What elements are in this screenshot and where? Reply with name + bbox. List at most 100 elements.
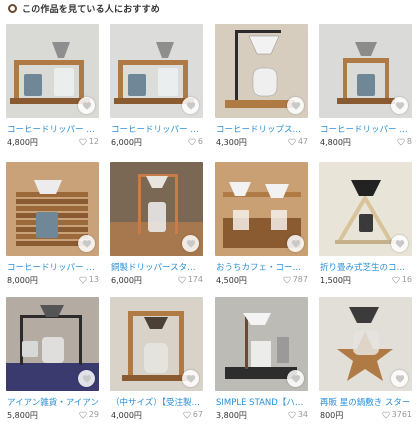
product-name[interactable]: コーヒードリッパー スタンド <box>111 123 204 135</box>
like-count-value: 6 <box>197 137 203 146</box>
heart-outline-icon <box>178 276 186 283</box>
heart-outline-icon <box>381 411 390 418</box>
product-card[interactable]: コーヒードリッパー スタンド 8,000円 13 <box>6 162 101 288</box>
like-count: 8 <box>397 137 412 146</box>
product-image[interactable] <box>319 24 412 118</box>
like-count: 16 <box>392 275 412 284</box>
heart-icon <box>186 239 195 248</box>
like-count-value: 16 <box>401 275 412 284</box>
heart-icon <box>291 101 300 110</box>
product-price: 6,000円 <box>111 276 142 285</box>
heart-outline-icon <box>288 411 296 418</box>
product-name[interactable]: （中サイズ）【受注製作】 <box>111 396 204 408</box>
like-count: 47 <box>288 137 308 146</box>
product-card[interactable]: コーヒードリッパー スタンド 6,000円 6 <box>110 24 205 150</box>
product-image[interactable] <box>6 297 99 391</box>
heart-icon <box>186 101 195 110</box>
heart-outline-icon <box>79 411 87 418</box>
product-name[interactable]: コーヒードリッパー スタンド <box>7 261 100 273</box>
product-price: 6,000円 <box>111 138 142 147</box>
like-count-value: 174 <box>187 275 203 284</box>
heart-outline-icon <box>183 411 191 418</box>
product-name[interactable]: 折り畳み式芝生のコーヒー <box>320 261 413 273</box>
heart-outline-icon <box>392 276 400 283</box>
heart-outline-icon <box>188 138 196 145</box>
product-price: 3,800円 <box>216 411 247 420</box>
favorite-button[interactable] <box>391 370 408 387</box>
like-count: 13 <box>79 275 99 284</box>
favorite-button[interactable] <box>391 235 408 252</box>
product-image[interactable] <box>319 162 412 256</box>
product-price: 8,000円 <box>7 276 38 285</box>
product-card[interactable]: 折り畳み式芝生のコーヒー 1,500円 16 <box>319 162 414 288</box>
product-name[interactable]: コーヒードリッパー スタンド <box>7 123 100 135</box>
heart-icon <box>395 374 404 383</box>
product-price: 4,500円 <box>216 276 247 285</box>
heart-icon <box>395 101 404 110</box>
product-card[interactable]: コーヒードリッパー スタンド 4,800円 8 <box>319 24 414 150</box>
product-price: 1,500円 <box>320 276 351 285</box>
product-card[interactable]: （中サイズ）【受注製作】 4,000円 67 <box>110 297 205 423</box>
product-name[interactable]: 銅製ドリッパースタンド <box>111 261 204 273</box>
heart-outline-icon <box>288 138 296 145</box>
product-image[interactable] <box>319 297 412 391</box>
heart-icon <box>186 374 195 383</box>
product-image[interactable] <box>215 162 308 256</box>
product-name[interactable]: アイアン雑貨・アイアン <box>7 396 100 408</box>
product-image[interactable] <box>110 24 203 118</box>
product-price: 4,800円 <box>7 138 38 147</box>
product-card[interactable]: コーヒードリッパー スタンド 4,800円 12 <box>6 24 101 150</box>
like-count-value: 29 <box>88 410 99 419</box>
like-count-value: 3761 <box>391 410 412 419</box>
favorite-button[interactable] <box>287 370 304 387</box>
product-image[interactable] <box>215 24 308 118</box>
heart-icon <box>82 239 91 248</box>
favorite-button[interactable] <box>182 370 199 387</box>
product-card[interactable]: 再販 星の鍋敷き スター 800円 3761 <box>319 297 414 423</box>
product-image[interactable] <box>215 297 308 391</box>
favorite-button[interactable] <box>78 370 95 387</box>
favorite-button[interactable] <box>78 97 95 114</box>
heart-icon <box>82 101 91 110</box>
like-count: 3761 <box>381 410 412 419</box>
like-count-value: 787 <box>292 275 308 284</box>
favorite-button[interactable] <box>391 97 408 114</box>
product-card[interactable]: おうちカフェ・コーヒー 4,500円 787 <box>215 162 310 288</box>
product-card[interactable]: 銅製ドリッパースタンド 6,000円 174 <box>110 162 205 288</box>
product-price: 4,000円 <box>111 411 142 420</box>
ring-icon <box>8 3 17 13</box>
like-count-value: 34 <box>297 410 308 419</box>
product-image[interactable] <box>6 24 99 118</box>
product-card[interactable]: アイアン雑貨・アイアン 5,800円 29 <box>6 297 101 423</box>
favorite-button[interactable] <box>287 235 304 252</box>
product-price: 4,300円 <box>216 138 247 147</box>
like-count: 34 <box>288 410 308 419</box>
product-image[interactable] <box>110 297 203 391</box>
like-count: 174 <box>178 275 203 284</box>
product-price: 800円 <box>320 411 344 420</box>
heart-outline-icon <box>283 276 291 283</box>
product-image[interactable] <box>110 162 203 256</box>
product-name[interactable]: SIMPLE STAND【ハンド】 <box>216 396 309 408</box>
favorite-button[interactable] <box>182 97 199 114</box>
product-card[interactable]: SIMPLE STAND【ハンド】 3,800円 34 <box>215 297 310 423</box>
product-image[interactable] <box>6 162 99 256</box>
heart-icon <box>291 374 300 383</box>
like-count: 6 <box>188 137 203 146</box>
product-price: 4,800円 <box>320 138 351 147</box>
favorite-button[interactable] <box>78 235 95 252</box>
product-name[interactable]: 再販 星の鍋敷き スター <box>320 396 413 408</box>
like-count: 29 <box>79 410 99 419</box>
product-card[interactable]: コーヒードリップスタンド 4,300円 47 <box>215 24 310 150</box>
like-count: 12 <box>79 137 99 146</box>
heart-outline-icon <box>79 138 87 145</box>
product-price: 5,800円 <box>7 411 38 420</box>
product-name[interactable]: コーヒードリップスタンド <box>216 123 309 135</box>
favorite-button[interactable] <box>182 235 199 252</box>
product-name[interactable]: コーヒードリッパー スタンド <box>320 123 413 135</box>
like-count-value: 12 <box>88 137 99 146</box>
favorite-button[interactable] <box>287 97 304 114</box>
like-count-value: 8 <box>406 137 412 146</box>
product-name[interactable]: おうちカフェ・コーヒー <box>216 261 309 273</box>
section-title: この作品を見ている人におすすめ <box>22 4 161 15</box>
